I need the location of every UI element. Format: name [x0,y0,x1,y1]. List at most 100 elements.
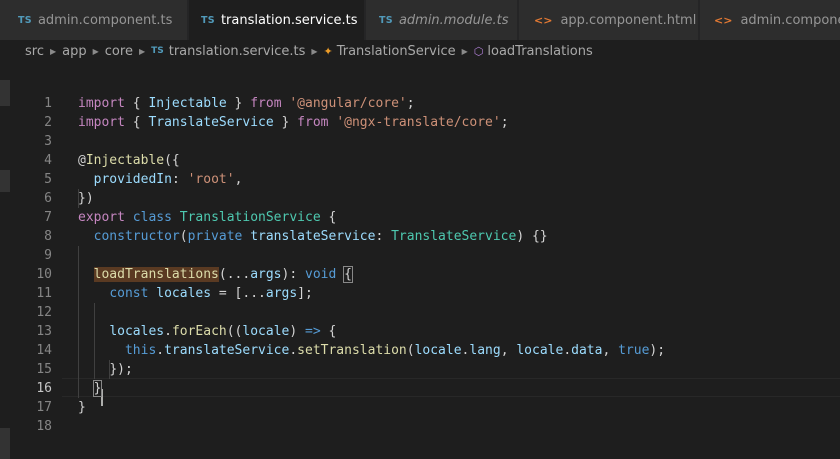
code-token: } [78,400,86,415]
tab-admin-component-ts-2[interactable]: <> admin.component.ts [700,0,840,40]
typescript-file-icon: TS [151,46,164,56]
line-number: 6 [44,191,52,206]
editor-tab-bar: TS admin.component.ts TS translation.ser… [0,0,840,40]
tab-admin-module-ts[interactable]: TS admin.module.ts [366,0,518,40]
breadcrumb-item-src[interactable]: src [25,44,44,59]
line-number: 11 [36,286,52,301]
code-token: data [571,343,603,358]
activity-indicator [0,80,10,106]
tab-label: admin.component.ts [740,12,840,28]
code-token: import [78,115,125,130]
line-number: 17 [36,400,52,415]
line-number: 16 [36,381,52,396]
breadcrumb-item-app[interactable]: app [62,44,86,59]
code-token: void [305,267,337,282]
code-line[interactable]: import { Injectable } from '@angular/cor… [78,94,415,113]
code-token: ) [289,324,306,339]
code-line[interactable]: export class TranslationService { [78,208,336,227]
code-token: translateService [250,229,376,244]
code-line[interactable]: } [78,379,103,398]
code-line[interactable]: this.translateService.setTranslation(loc… [78,341,665,360]
line-number: 10 [36,267,52,282]
code-token: locales [156,286,212,301]
typescript-file-icon: TS [201,14,215,26]
breadcrumb-item-file[interactable]: translation.service.ts [169,44,306,59]
code-line[interactable]: @Injectable({ [78,151,180,170]
code-line[interactable]: }); [78,360,133,379]
code-token: ; [406,96,415,111]
code-token: TranslationService [179,210,321,225]
code-token: = [... [211,286,266,301]
code-line[interactable]: locales.forEach((locale) => { [78,322,336,341]
breadcrumb-item-class[interactable]: TranslationService [337,44,456,59]
code-token: { [343,266,353,283]
code-token: locales [109,324,165,339]
code-token: lang [469,343,501,358]
code-token: }); [109,362,133,377]
activity-indicator [0,170,10,192]
code-token: locale [414,343,462,358]
code-token: } [92,380,103,397]
code-line[interactable]: providedIn: 'root', [78,170,243,189]
code-token: import [78,96,125,111]
breadcrumb: src ▶ app ▶ core ▶ TS translation.servic… [0,40,840,62]
code-line[interactable]: loadTranslations(...args): void { [78,265,353,284]
code-token: 'root' [187,172,235,187]
typescript-file-icon: TS [18,14,32,26]
line-number: 2 [44,115,52,130]
code-token: } [273,115,298,130]
code-token: } [226,96,251,111]
activity-indicator [0,428,10,459]
code-token: ): [281,267,305,282]
code-token: (( [226,324,243,339]
line-number: 18 [36,419,52,434]
code-token: : [375,229,392,244]
code-line[interactable]: const locales = [...args]; [78,284,313,303]
tab-app-component-html[interactable]: <> app.component.html [519,0,699,40]
breadcrumb-item-method[interactable]: loadTranslations [487,44,592,59]
code-line[interactable]: }) [78,189,94,208]
code-token: ... [226,267,251,282]
breadcrumb-item-core[interactable]: core [105,44,133,59]
code-token: '@ngx-translate/core' [336,115,501,130]
html-file-icon: <> [714,13,733,27]
current-line-highlight [62,378,840,397]
html-file-icon: <> [534,13,553,27]
tab-translation-service-ts[interactable]: TS translation.service.ts × [189,0,382,40]
code-token: loadTranslations [93,267,219,282]
line-number: 3 [44,134,52,149]
chevron-right-icon: ▶ [461,46,468,56]
code-line[interactable]: constructor(private translateService: Tr… [78,227,548,246]
tab-label: admin.component.ts [37,12,173,28]
code-token: { [320,324,337,339]
code-token: args [265,286,298,301]
code-line[interactable]: } [78,398,86,417]
code-token: private [187,229,243,244]
code-token: translateService [164,343,290,358]
code-line[interactable]: import { TranslateService } from '@ngx-t… [78,113,509,132]
tab-admin-component-ts[interactable]: TS admin.component.ts [0,0,188,40]
tab-label: app.component.html [560,12,697,28]
code-token: , [500,343,517,358]
chevron-right-icon: ▶ [311,46,318,56]
code-token: TranslateService [391,229,517,244]
code-token: ); [649,343,666,358]
code-token: const [109,286,149,301]
code-token: from [297,115,329,130]
code-token: from [250,96,282,111]
chevron-right-icon: ▶ [92,46,99,56]
line-number: 14 [36,343,52,358]
code-token: . [289,343,298,358]
code-token: this [124,343,157,358]
line-number: 7 [44,210,52,225]
